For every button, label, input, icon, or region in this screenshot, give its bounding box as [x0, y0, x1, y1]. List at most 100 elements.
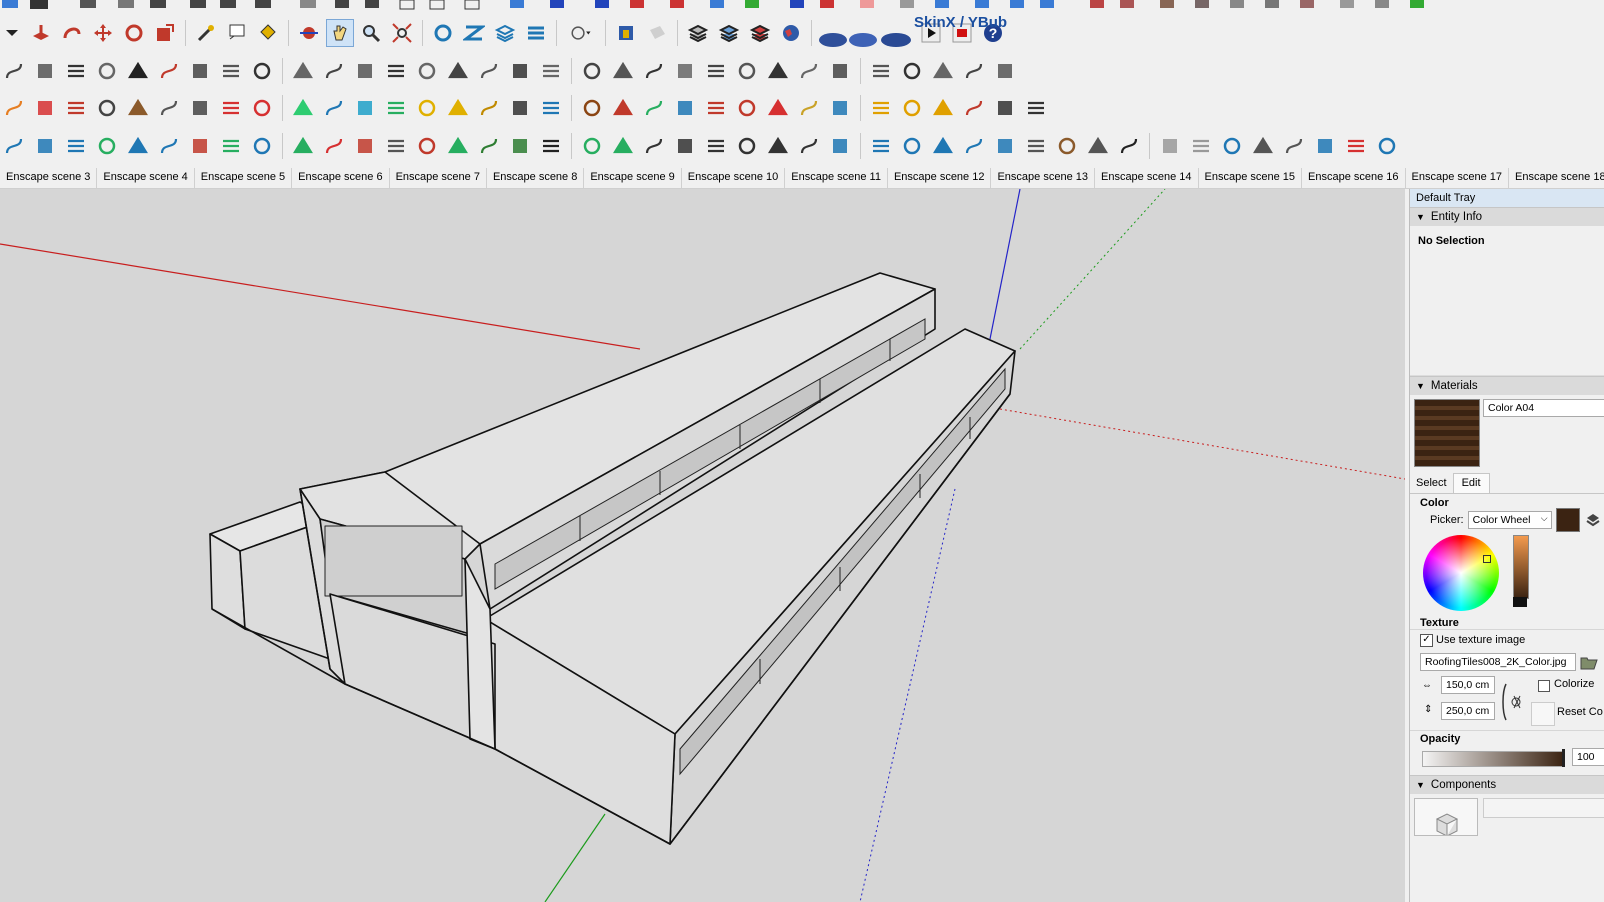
move-icon[interactable]	[89, 19, 117, 47]
tag-icon[interactable]	[643, 19, 671, 47]
tool-icon[interactable]	[1311, 132, 1339, 160]
tool-icon[interactable]	[62, 94, 90, 122]
scene-tab[interactable]: Enscape scene 5	[195, 168, 293, 188]
tool-icon[interactable]	[217, 57, 245, 85]
stack-red-icon[interactable]	[746, 19, 774, 47]
tool-icon[interactable]	[351, 132, 379, 160]
zoom-extents-icon[interactable]	[388, 19, 416, 47]
tool-icon[interactable]	[826, 57, 854, 85]
tool-icon[interactable]	[733, 57, 761, 85]
tool-icon[interactable]	[1342, 132, 1370, 160]
color-wheel[interactable]	[1423, 535, 1499, 611]
tool-icon[interactable]	[62, 57, 90, 85]
scale-icon[interactable]	[151, 19, 179, 47]
tool-icon[interactable]	[217, 132, 245, 160]
tool-icon[interactable]	[867, 132, 895, 160]
paint-bucket-icon[interactable]	[254, 19, 282, 47]
tool-icon[interactable]	[898, 132, 926, 160]
tool-icon[interactable]	[248, 57, 276, 85]
scene-tab[interactable]: Enscape scene 7	[390, 168, 487, 188]
tool-icon[interactable]	[867, 57, 895, 85]
tool-icon[interactable]	[1249, 132, 1277, 160]
layers-icon[interactable]	[491, 19, 519, 47]
tool-icon[interactable]	[124, 132, 152, 160]
tool-icon[interactable]	[248, 132, 276, 160]
tool-icon[interactable]	[248, 94, 276, 122]
skin-blobs-icon[interactable]	[818, 18, 914, 48]
texture-width-field[interactable]: 150,0 cm	[1441, 676, 1495, 694]
orbit-icon[interactable]	[295, 19, 323, 47]
tool-icon[interactable]	[93, 94, 121, 122]
tool-icon[interactable]	[186, 94, 214, 122]
tool-icon[interactable]	[289, 57, 317, 85]
text-icon[interactable]	[223, 19, 251, 47]
tool-icon[interactable]	[1053, 132, 1081, 160]
tool-icon[interactable]	[506, 132, 534, 160]
tool-icon[interactable]	[155, 57, 183, 85]
tool-icon[interactable]	[867, 94, 895, 122]
tool-icon[interactable]	[960, 57, 988, 85]
tool-icon[interactable]	[578, 57, 606, 85]
tool-icon[interactable]	[929, 57, 957, 85]
tool-icon[interactable]	[155, 132, 183, 160]
tool-icon[interactable]	[124, 57, 152, 85]
tool-icon[interactable]	[578, 132, 606, 160]
tool-icon[interactable]	[702, 94, 730, 122]
brightness-slider[interactable]	[1513, 535, 1529, 599]
brightness-slider-handle[interactable]	[1513, 597, 1527, 607]
tool-icon[interactable]	[671, 57, 699, 85]
building-model[interactable]	[209, 272, 1016, 845]
tool-icon[interactable]	[382, 57, 410, 85]
tool-icon[interactable]	[1084, 132, 1112, 160]
tool-icon[interactable]	[991, 57, 1019, 85]
texture-file-field[interactable]: RoofingTiles008_2K_Color.jpg	[1420, 653, 1576, 671]
scene-tab[interactable]: Enscape scene 4	[97, 168, 195, 188]
scene-tab[interactable]: Enscape scene 11	[785, 168, 888, 188]
tool-icon[interactable]	[320, 57, 348, 85]
tool-icon[interactable]	[320, 94, 348, 122]
tool-icon[interactable]	[186, 57, 214, 85]
tool-icon[interactable]	[289, 94, 317, 122]
tool-icon[interactable]	[764, 57, 792, 85]
scene-tab[interactable]: Enscape scene 14	[1095, 168, 1199, 188]
tool-icon[interactable]	[991, 132, 1019, 160]
tool-icon[interactable]	[795, 94, 823, 122]
color-wheel-marker[interactable]	[1483, 555, 1491, 563]
tool-icon[interactable]	[671, 132, 699, 160]
scene-tab[interactable]: Enscape scene 17	[1406, 168, 1510, 188]
tool-icon[interactable]	[733, 94, 761, 122]
tool-icon[interactable]	[444, 57, 472, 85]
browse-folder-icon[interactable]	[1580, 654, 1598, 670]
scene-tab[interactable]: Enscape scene 10	[682, 168, 786, 188]
tool-icon[interactable]	[1022, 94, 1050, 122]
section-plane-icon[interactable]	[460, 19, 488, 47]
scene-tab[interactable]: Enscape scene 9	[584, 168, 682, 188]
tool-icon[interactable]	[320, 132, 348, 160]
tool-icon[interactable]	[1115, 132, 1143, 160]
tool-icon[interactable]	[413, 132, 441, 160]
tool-icon[interactable]	[351, 57, 379, 85]
tool-icon[interactable]	[795, 57, 823, 85]
tool-icon[interactable]	[475, 132, 503, 160]
tool-icon[interactable]	[475, 57, 503, 85]
tool-icon[interactable]	[702, 132, 730, 160]
tool-icon[interactable]	[1373, 132, 1401, 160]
viewport-3d[interactable]	[0, 189, 1405, 902]
tool-icon[interactable]	[826, 94, 854, 122]
tool-icon[interactable]	[289, 132, 317, 160]
tool-icon[interactable]	[640, 94, 668, 122]
push-pull-icon[interactable]	[27, 19, 55, 47]
component-thumbnail[interactable]	[1414, 798, 1478, 837]
tool-icon[interactable]	[537, 94, 565, 122]
tool-icon[interactable]	[1187, 132, 1215, 160]
reset-color-swatch[interactable]	[1531, 702, 1555, 726]
tape-measure-icon[interactable]	[192, 19, 220, 47]
tool-icon[interactable]	[217, 94, 245, 122]
scene-tab[interactable]: Enscape scene 12	[888, 168, 992, 188]
tool-icon[interactable]	[0, 57, 28, 85]
tool-icon[interactable]	[795, 132, 823, 160]
opacity-slider-handle[interactable]	[1562, 749, 1565, 767]
opacity-value-field[interactable]: 100	[1572, 748, 1604, 766]
picker-select[interactable]: Color Wheel ⌵	[1467, 511, 1552, 529]
scene-tab[interactable]: Enscape scene 13	[991, 168, 1095, 188]
